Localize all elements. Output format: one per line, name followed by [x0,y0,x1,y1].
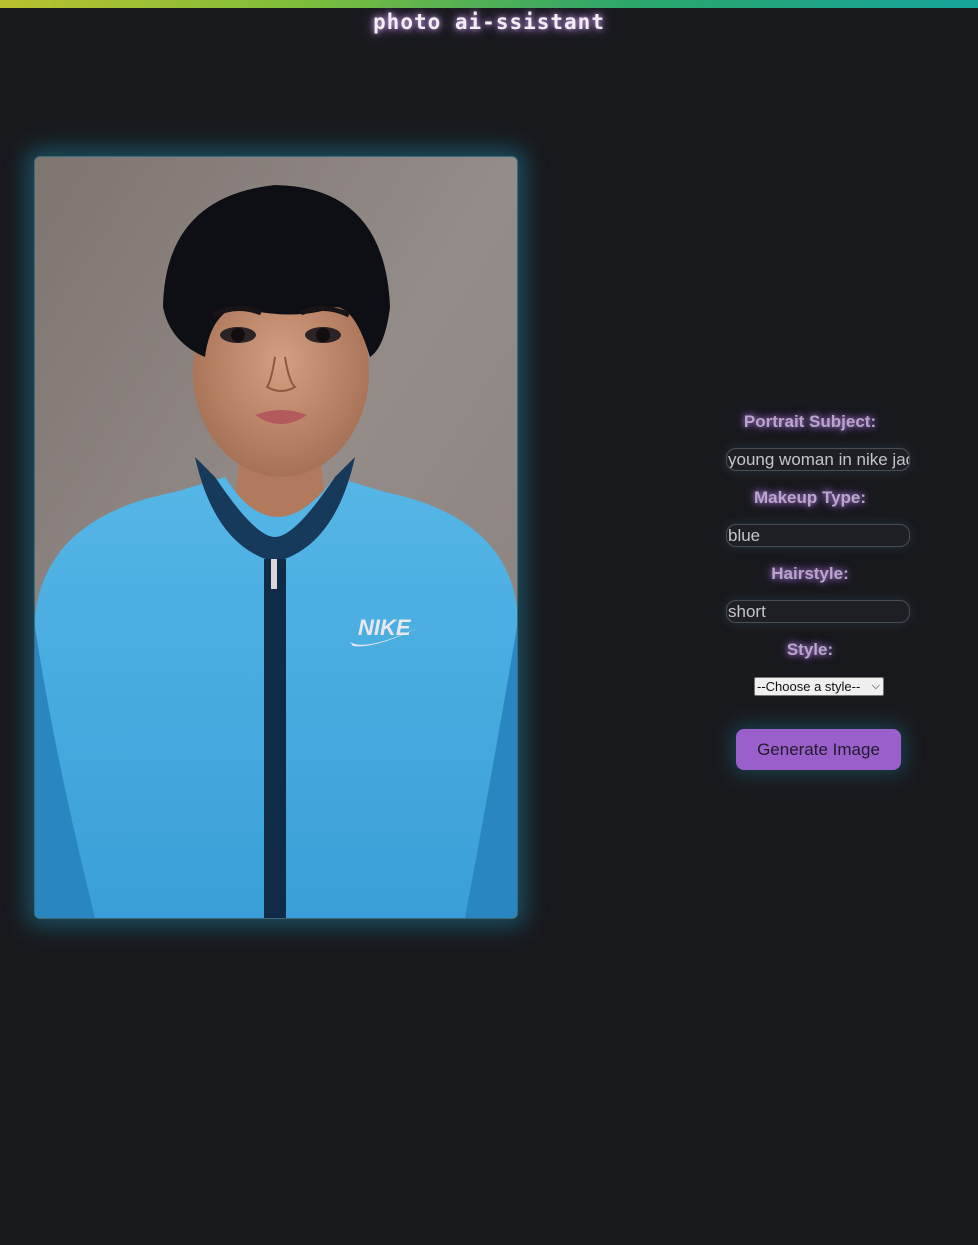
makeup-type-label: Makeup Type: [753,488,867,507]
hairstyle-input[interactable]: short [726,600,910,623]
generate-image-button[interactable]: Generate Image [736,729,901,770]
portrait-photo: NIKE [35,157,517,918]
generated-portrait-image: NIKE [34,156,518,919]
makeup-type-input[interactable]: blue [726,524,910,547]
portrait-subject-label: Portrait Subject: [743,412,877,431]
style-select[interactable]: --Choose a style-- ⌵ [754,677,884,696]
app-title: photo ai-ssistant [373,10,605,34]
portrait-subject-input[interactable]: young woman in nike jacke [726,448,910,471]
hairstyle-label: Hairstyle: [771,564,849,583]
style-label: Style: [786,640,834,659]
chevron-down-icon: ⌵ [871,680,880,692]
style-select-value: --Choose a style-- [757,679,861,694]
top-gradient-bar [0,0,978,8]
nike-logo: NIKE [358,615,412,640]
